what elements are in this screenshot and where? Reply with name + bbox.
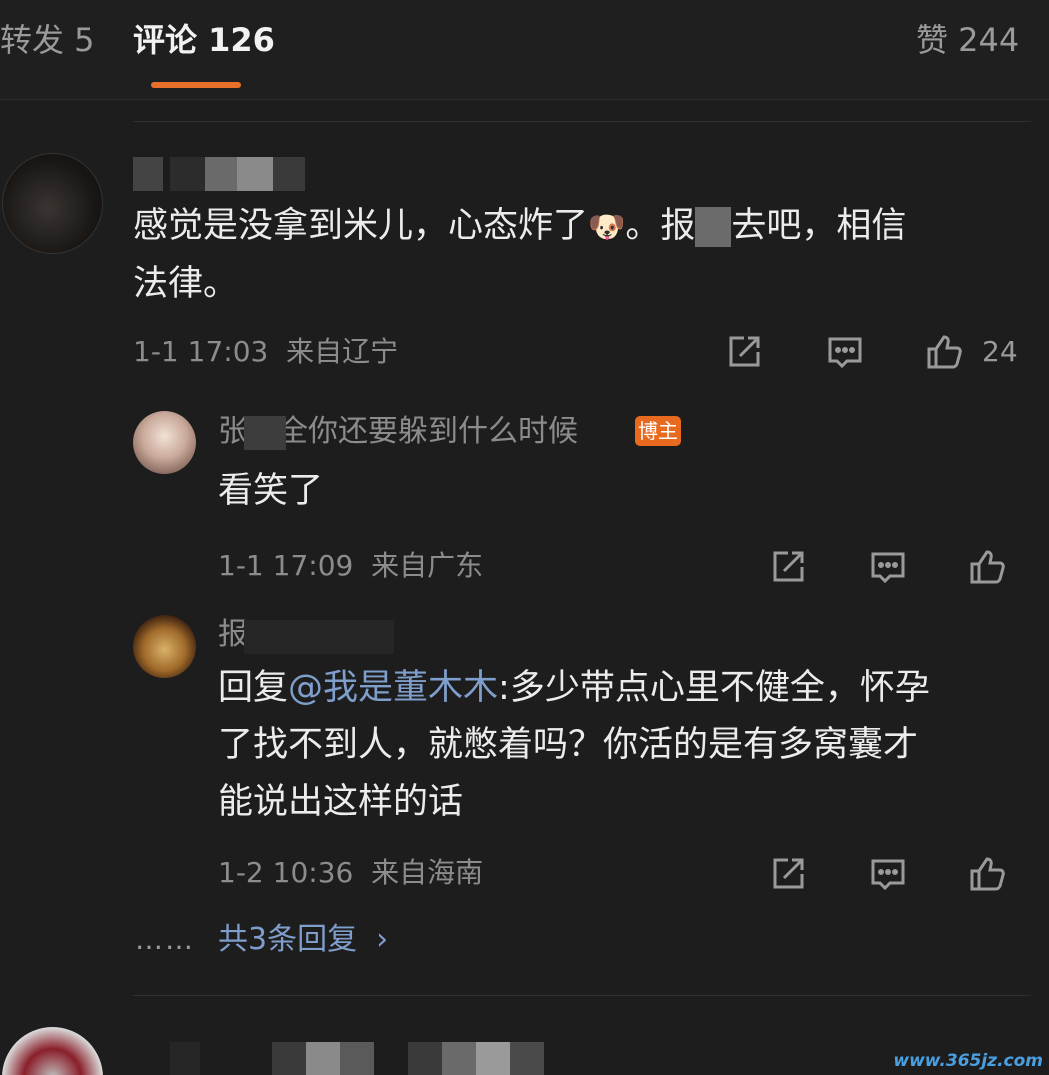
redacted-username bbox=[170, 157, 206, 191]
comment-meta: 1-2 10:36 来自海南 bbox=[218, 856, 484, 889]
more-replies-link[interactable]: 共3条回复 › bbox=[218, 920, 388, 960]
thumbs-up-icon[interactable] bbox=[924, 332, 964, 372]
tab-comments[interactable]: 评论 126 bbox=[133, 20, 275, 60]
redacted-username bbox=[442, 1042, 476, 1075]
mention-link[interactable]: @我是董木木 bbox=[288, 668, 498, 708]
tab-bar: 转发 5 评论 126 赞 244 bbox=[0, 0, 1049, 100]
avatar[interactable] bbox=[2, 153, 103, 254]
comment-text: 感觉是没拿到米儿，心态炸了🐶。报 去吧，相信 法律。 bbox=[133, 206, 907, 304]
redacted-username bbox=[408, 1042, 442, 1075]
redacted-username bbox=[340, 1042, 374, 1075]
comment-text: 回复@我是董木木:多少带点心里不健全，怀孕 了找不到人，就憋着吗？你活的是有多窝… bbox=[218, 668, 930, 822]
redacted-username bbox=[244, 620, 394, 654]
redacted-username bbox=[133, 157, 163, 191]
redacted-username bbox=[237, 157, 273, 191]
redacted-username bbox=[476, 1042, 510, 1075]
share-edit-icon[interactable] bbox=[768, 854, 808, 894]
doge-emoji-icon: 🐶 bbox=[588, 210, 626, 245]
like-count: 24 bbox=[982, 335, 1018, 368]
comment-bubble-icon[interactable] bbox=[825, 332, 865, 372]
redacted-username bbox=[273, 157, 305, 191]
comment-text: 看笑了 bbox=[218, 471, 324, 511]
ellipsis: …… bbox=[135, 923, 195, 956]
watermark: www.365jz.com bbox=[893, 1051, 1043, 1071]
redacted-username bbox=[306, 1042, 340, 1075]
comment-bubble-icon[interactable] bbox=[868, 854, 908, 894]
tab-likes[interactable]: 赞 244 bbox=[916, 20, 1019, 60]
comment-meta: 1-1 17:03 来自辽宁 bbox=[133, 335, 399, 368]
tab-reposts[interactable]: 转发 5 bbox=[0, 20, 95, 60]
avatar[interactable] bbox=[133, 411, 196, 474]
redacted-username bbox=[510, 1042, 544, 1075]
avatar[interactable] bbox=[133, 615, 196, 678]
redacted-word bbox=[695, 207, 732, 247]
thumbs-up-icon[interactable] bbox=[967, 854, 1007, 894]
share-edit-icon[interactable] bbox=[768, 547, 808, 587]
thumbs-up-icon[interactable] bbox=[967, 547, 1007, 587]
divider bbox=[133, 121, 1031, 122]
redacted-username bbox=[244, 416, 286, 450]
comment-bubble-icon[interactable] bbox=[868, 547, 908, 587]
avatar[interactable] bbox=[2, 1027, 103, 1075]
redacted-username bbox=[272, 1042, 306, 1075]
comment-meta: 1-1 17:09 来自广东 bbox=[218, 549, 484, 582]
tab-active-indicator bbox=[151, 82, 241, 88]
redacted-username bbox=[205, 157, 237, 191]
share-edit-icon[interactable] bbox=[724, 332, 764, 372]
author-badge: 博主 bbox=[635, 416, 681, 446]
redacted-username bbox=[170, 1042, 200, 1075]
chevron-right-icon: › bbox=[376, 922, 389, 957]
divider bbox=[133, 995, 1031, 996]
